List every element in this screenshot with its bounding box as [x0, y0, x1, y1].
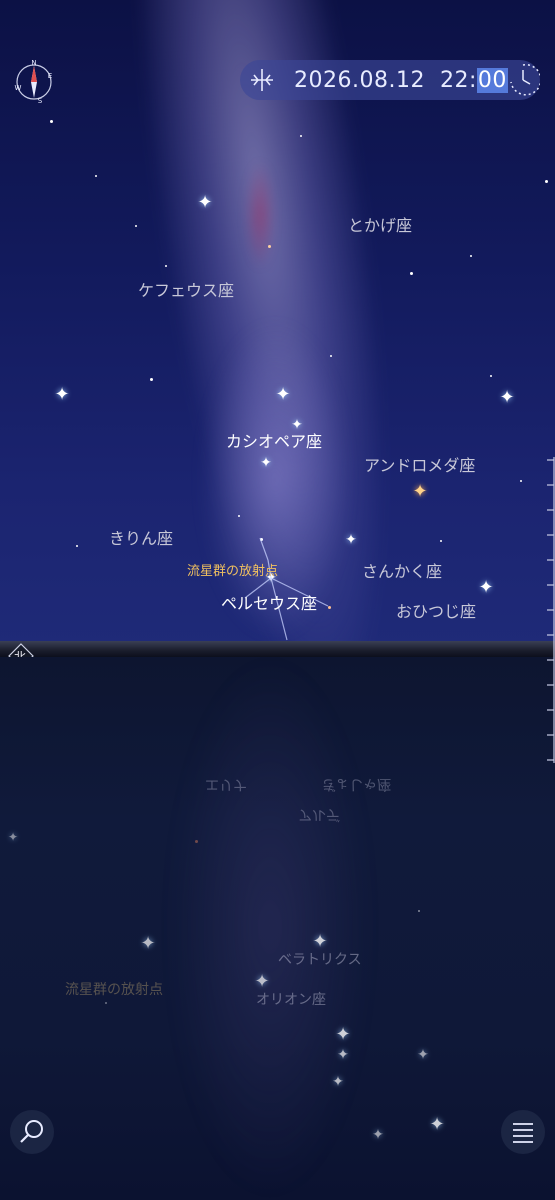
menu-button[interactable] — [501, 1110, 545, 1154]
compass-e: E — [48, 72, 52, 80]
constellation-perseus[interactable]: ペルセウス座 — [221, 590, 317, 614]
reflection-label-aldebaran: アルデ — [298, 806, 340, 822]
reflected-star — [195, 840, 198, 843]
constellation-camelopardalis[interactable]: きりん座 — [109, 525, 173, 549]
constellation-cepheus[interactable]: ケフェウス座 — [138, 277, 234, 301]
reflection-label-radiant: 流星群の放射点 — [65, 982, 163, 998]
reflection-label-orion: オリオン座 — [256, 992, 326, 1008]
search-icon — [20, 1120, 43, 1143]
constellation-andromeda[interactable]: アンドロメダ座 — [364, 452, 475, 476]
reflected-star: ✦ — [372, 1127, 384, 1143]
reflected-star: ✦ — [254, 971, 270, 992]
reflected-star: ✦ — [335, 1024, 351, 1045]
hour-text[interactable]: 22: — [440, 68, 477, 93]
reflected-star — [418, 910, 420, 912]
compass-button[interactable]: N E S W — [12, 59, 56, 105]
menu-icon — [513, 1123, 533, 1143]
water-reflection: エリナ ぎょしゃ座 アルデ ベラトリクス 流星群の放射点 オリオン座 ✦ ✦ ✦… — [0, 657, 555, 1200]
clock-icon[interactable] — [506, 60, 540, 100]
minute-text-selected[interactable]: 00 — [476, 68, 508, 93]
reflected-star: ✦ — [312, 931, 328, 952]
reflected-star: ✦ — [429, 1114, 445, 1135]
reflected-star — [105, 1002, 107, 1004]
reflection-label-eridanus: エリナ — [205, 776, 247, 792]
compass-icon: N E S W — [15, 59, 53, 105]
constellation-tokage[interactable]: とかげ座 — [348, 212, 412, 236]
reflection-label-auriga: ぎょしゃ座 — [322, 776, 392, 792]
scale-ticks[interactable] — [538, 455, 555, 765]
date-text[interactable]: 2026.08.12 — [294, 68, 425, 93]
time-reset-icon[interactable] — [248, 66, 276, 94]
compass-w: W — [15, 84, 22, 92]
compass-n: N — [31, 60, 36, 67]
reflected-star: ✦ — [332, 1074, 344, 1090]
search-button[interactable] — [10, 1110, 54, 1154]
datetime-display[interactable]: 2026.08.12 22:00 — [294, 68, 508, 93]
reflected-star: ✦ — [140, 933, 156, 954]
reflected-star: ✦ — [337, 1047, 349, 1063]
meteor-radiant-label[interactable]: 流星群の放射点 — [187, 560, 278, 579]
horizon — [0, 641, 555, 657]
reflection-label-bellatrix: ベラトリクス — [278, 952, 362, 968]
constellation-cassiopeia[interactable]: カシオペア座 — [226, 428, 322, 452]
compass-s: S — [38, 97, 43, 104]
reflected-star: ✦ — [7, 830, 19, 844]
constellation-triangulum[interactable]: さんかく座 — [362, 558, 442, 582]
reflection-glow — [170, 657, 370, 1197]
time-bar[interactable]: 2026.08.12 22:00 — [240, 60, 540, 100]
constellation-aries[interactable]: おひつじ座 — [396, 598, 476, 622]
reflected-star: ✦ — [417, 1047, 429, 1063]
